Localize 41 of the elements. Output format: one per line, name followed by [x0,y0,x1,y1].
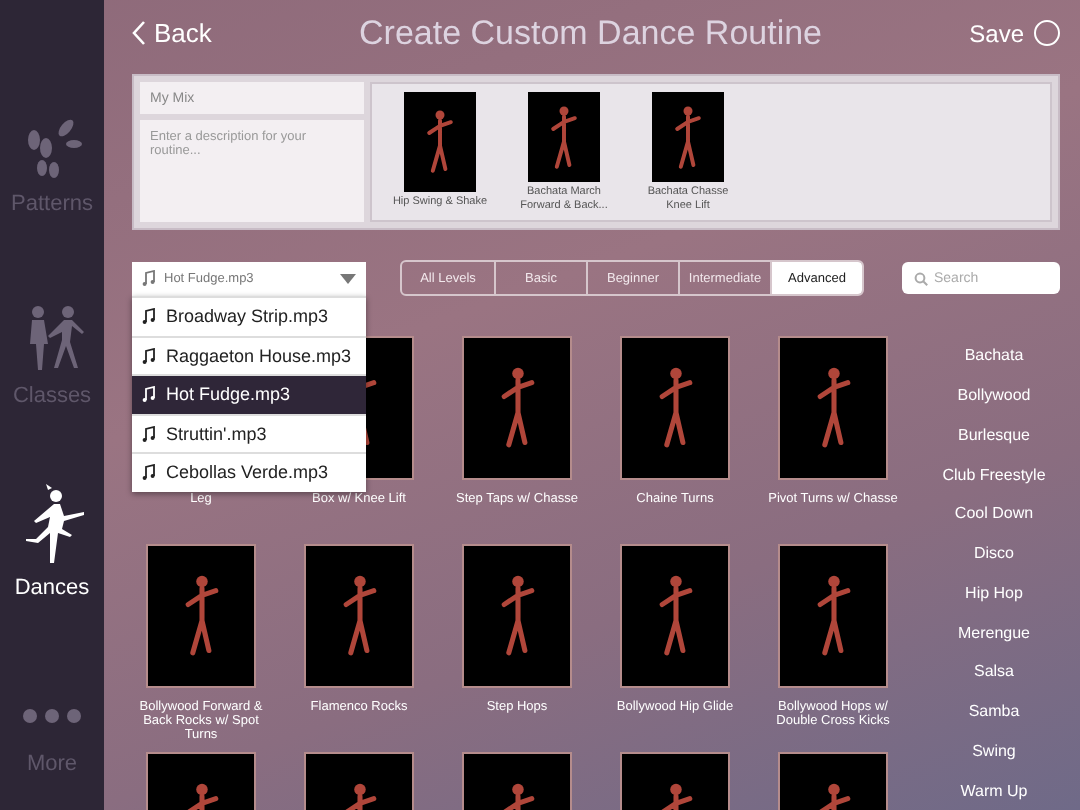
song-option[interactable]: Raggaeton House.mp3 [132,335,366,374]
dancer-photo[interactable] [404,92,476,192]
dancer-photo[interactable] [620,544,730,688]
dancer-photo[interactable] [778,544,888,688]
dancer-photo[interactable] [462,336,572,480]
dancer-photo[interactable] [528,92,600,183]
category-link[interactable]: Warm Up [960,770,1028,810]
category-link[interactable]: Disco [973,533,1014,573]
category-link[interactable]: Swing [972,731,1016,771]
song-option[interactable]: Cebollas Verde.mp3 [132,452,366,491]
song-option[interactable]: Broadway Strip.mp3 [132,296,366,335]
dancer-photo[interactable] [778,336,888,480]
category-link[interactable]: Burlesque [957,415,1031,455]
search-icon [914,271,928,285]
save-button[interactable]: Save [969,19,1060,47]
dancer-photo[interactable] [652,92,724,183]
dancer-photo[interactable] [146,544,256,688]
category-link[interactable]: Samba [968,691,1020,731]
category-link[interactable]: Bachata [964,336,1024,376]
dancer-photo[interactable] [304,544,414,688]
music-note-icon [142,308,156,325]
more-icon [22,708,82,724]
category-link[interactable]: Merengue [957,612,1031,652]
music-note-icon [142,386,156,403]
category-link[interactable]: Salsa [973,652,1014,692]
music-note-icon [142,270,156,286]
music-note-icon [142,464,156,481]
music-note-icon [142,347,156,364]
category-link[interactable]: Hip Hop [965,573,1023,613]
page-title: Create Custom Dance Routine [357,13,825,53]
dancer-photo[interactable] [620,336,730,480]
sidebar-tab[interactable]: Dances [0,408,104,600]
chevron-left-icon [132,20,146,46]
category-link[interactable]: Cool Down [954,494,1034,534]
dancer-photo[interactable] [462,544,572,688]
back-button[interactable]: Back [132,18,212,48]
category-link[interactable]: Club Freestyle [942,454,1046,494]
music-note-icon [142,425,156,442]
song-option[interactable]: Hot Fudge.mp3 [132,374,366,413]
song-option[interactable]: Struttin'.mp3 [132,413,366,452]
category-link[interactable]: Bollywood [957,375,1031,415]
